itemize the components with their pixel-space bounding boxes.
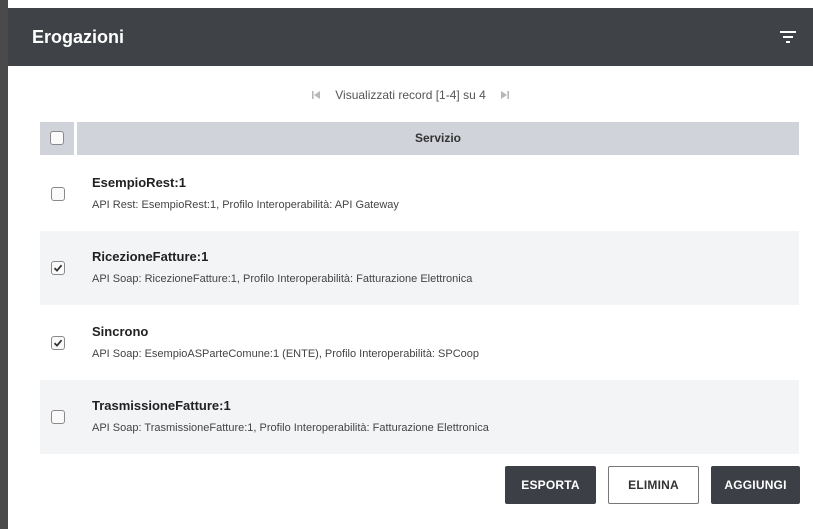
table-row[interactable]: Sincrono API Soap: EsempioASParteComune:1… (40, 306, 799, 380)
page-title: Erogazioni (32, 27, 125, 47)
row-description: API Soap: RicezioneFatture:1, Profilo In… (92, 273, 473, 285)
pagination-status: Visualizzati record [1-4] su 4 (335, 88, 486, 102)
select-all-cell (40, 122, 74, 155)
delete-button[interactable]: ELIMINA (608, 466, 699, 504)
row-checkbox[interactable] (51, 410, 65, 424)
checkmark-icon (53, 339, 63, 347)
row-checkbox[interactable] (51, 187, 65, 201)
window-frame (0, 0, 8, 529)
row-checkbox[interactable] (51, 336, 65, 350)
export-button[interactable]: ESPORTA (505, 466, 596, 504)
row-description: API Rest: EsempioRest:1, Profilo Interop… (92, 199, 399, 211)
pagination: Visualizzati record [1-4] su 4 (8, 80, 813, 110)
row-title[interactable]: TrasmissioneFatture:1 (92, 398, 231, 413)
table-header: Servizio (40, 122, 799, 155)
first-page-icon[interactable] (311, 90, 321, 100)
row-checkbox[interactable] (51, 261, 65, 275)
checkmark-icon (53, 264, 63, 272)
row-title[interactable]: EsempioRest:1 (92, 175, 186, 190)
row-description: API Soap: TrasmissioneFatture:1, Profilo… (92, 422, 489, 434)
row-title[interactable]: Sincrono (92, 324, 148, 339)
page-header: Erogazioni (8, 8, 813, 66)
table-row[interactable]: TrasmissioneFatture:1 API Soap: Trasmissi… (40, 380, 799, 454)
row-title[interactable]: RicezioneFatture:1 (92, 249, 208, 264)
column-header-servizio: Servizio (77, 122, 799, 155)
table-row[interactable]: RicezioneFatture:1 API Soap: RicezioneFat… (40, 231, 799, 305)
row-description: API Soap: EsempioASParteComune:1 (ENTE),… (92, 348, 480, 360)
filter-icon[interactable] (779, 29, 797, 45)
last-page-icon[interactable] (500, 90, 510, 100)
select-all-checkbox[interactable] (50, 131, 64, 145)
add-button[interactable]: AGGIUNGI (711, 466, 800, 504)
table-row[interactable]: EsempioRest:1 API Rest: EsempioRest:1, Pr… (40, 157, 799, 231)
